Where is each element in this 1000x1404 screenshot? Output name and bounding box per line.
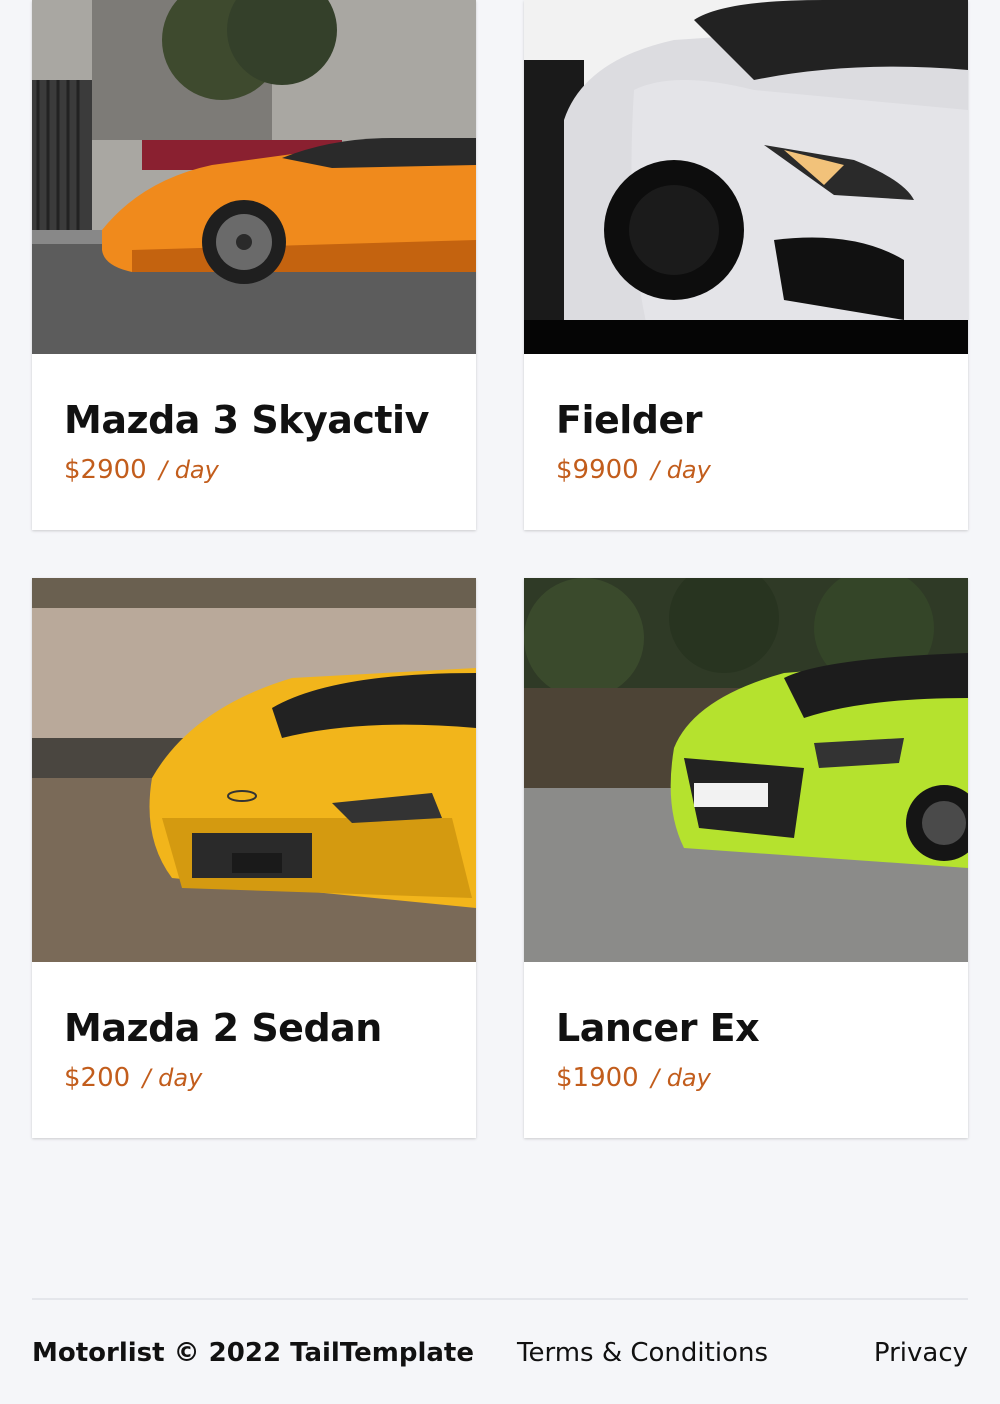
car-name[interactable]: Fielder <box>556 398 936 442</box>
card-body: Lancer Ex $1900 / day <box>524 962 968 1138</box>
orange-sports-car-image <box>32 0 476 354</box>
card-body: Fielder $9900 / day <box>524 354 968 530</box>
car-name[interactable]: Mazda 2 Sedan <box>64 1006 444 1050</box>
green-hatchback-image <box>524 578 968 962</box>
card-body: Mazda 3 Skyactiv $2900 / day <box>32 354 476 530</box>
copyright-text: Motorlist © 2022 TailTemplate <box>32 1338 474 1368</box>
price: $9900 <box>556 455 639 485</box>
car-photo[interactable] <box>32 0 476 354</box>
price-line: $1900 / day <box>556 1062 936 1094</box>
price-line: $2900 / day <box>64 454 444 486</box>
price-period: / day <box>142 1064 203 1092</box>
price-line: $200 / day <box>64 1062 444 1094</box>
white-sports-car-image <box>524 0 968 354</box>
terms-link[interactable]: Terms & Conditions <box>517 1338 768 1368</box>
price: $200 <box>64 1063 131 1093</box>
car-photo[interactable] <box>524 578 968 962</box>
car-name[interactable]: Mazda 3 Skyactiv <box>64 398 444 442</box>
price-line: $9900 / day <box>556 454 936 486</box>
yellow-sports-car-image <box>32 578 476 962</box>
car-photo[interactable] <box>524 0 968 354</box>
price-period: / day <box>158 456 219 484</box>
footer: Motorlist © 2022 TailTemplate Terms & Co… <box>32 1298 968 1404</box>
price-period: / day <box>650 456 711 484</box>
privacy-link[interactable]: Privacy <box>874 1338 968 1368</box>
price: $1900 <box>556 1063 639 1093</box>
car-card[interactable]: Lancer Ex $1900 / day <box>524 578 968 1138</box>
car-card[interactable]: Fielder $9900 / day <box>524 0 968 530</box>
listing-grid: Mazda 3 Skyactiv $2900 / day Fielder $99… <box>32 0 968 1138</box>
card-body: Mazda 2 Sedan $200 / day <box>32 962 476 1138</box>
car-name[interactable]: Lancer Ex <box>556 1006 936 1050</box>
price-period: / day <box>650 1064 711 1092</box>
price: $2900 <box>64 455 147 485</box>
car-photo[interactable] <box>32 578 476 962</box>
car-card[interactable]: Mazda 2 Sedan $200 / day <box>32 578 476 1138</box>
car-card[interactable]: Mazda 3 Skyactiv $2900 / day <box>32 0 476 530</box>
